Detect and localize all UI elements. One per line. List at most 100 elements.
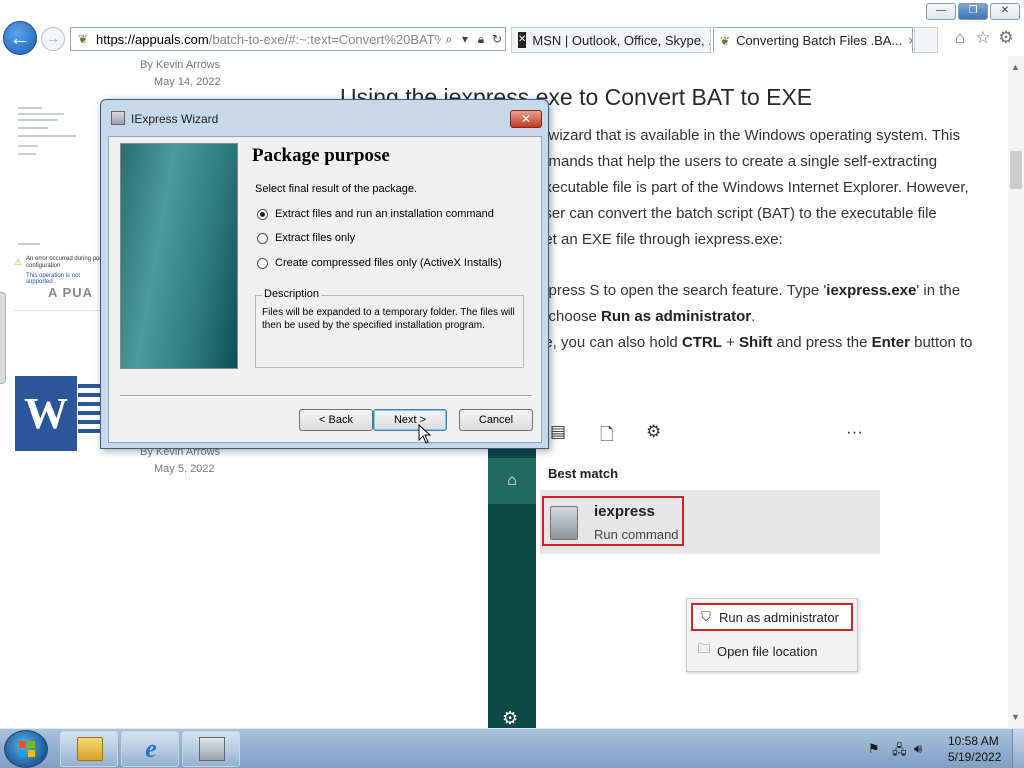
action-center-flag-icon[interactable]: ⚑ (868, 741, 880, 757)
option-extract-only[interactable]: Extract files only (257, 232, 355, 244)
step-bold: Shift (739, 334, 773, 351)
thumb-line (18, 107, 42, 109)
menu-item-run-as-administrator: ⛉ Run as administrator (691, 603, 853, 631)
word-icon[interactable]: W (15, 376, 77, 451)
post-author[interactable]: By Kevin Arrows (140, 59, 220, 71)
option-label: Create compressed files only (ActiveX In… (275, 257, 502, 269)
address-bar[interactable]: ❦ https://appuals.com/batch-to-exe/#:~:t… (70, 27, 506, 51)
url-text[interactable]: https://appuals.com/batch-to-exe/#:~:tex… (96, 32, 441, 47)
next-button[interactable]: Next > (373, 409, 447, 431)
scroll-up-icon[interactable]: ▲ (1011, 62, 1020, 72)
lock-icon[interactable]: 🔒︎ (473, 32, 489, 47)
taskbar-iexpress[interactable] (182, 731, 240, 767)
vertical-scrollbar[interactable]: ▲ ▼ (1008, 56, 1024, 728)
description-label: Description (262, 288, 322, 300)
scroll-down-icon[interactable]: ▼ (1011, 712, 1020, 722)
back-button[interactable]: ← (3, 21, 37, 55)
mouse-cursor-icon (418, 424, 432, 444)
step-text: ne, you can also hold (536, 334, 682, 351)
context-menu: ⛉ Run as administrator 🗀︎ Open file loca… (686, 598, 858, 672)
dropdown-icon[interactable]: ▾ (457, 32, 473, 46)
forward-button[interactable]: → (41, 27, 65, 51)
scroll-thumb[interactable] (1010, 151, 1022, 189)
tab-msn[interactable]: ✕ MSN | Outlook, Office, Skype, ... (511, 27, 711, 53)
clock-date[interactable]: 5/19/2022 (948, 750, 1001, 764)
appuals-favicon-icon: ❦ (720, 33, 731, 48)
dialog-titlebar[interactable]: IExpress Wizard ✕ (101, 100, 548, 136)
site-favicon-icon: ❦ (77, 32, 89, 46)
menu-item-open-file-location: 🗀︎ Open file location (691, 637, 853, 665)
cancel-button[interactable]: Cancel (459, 409, 533, 431)
option-extract-and-run[interactable]: Extract files and run an installation co… (257, 208, 494, 220)
taskbar: e ⚑ 🖧︎ 🔊︎ 10:58 AM 5/19/2022 (0, 728, 1024, 768)
thumb-line (18, 127, 48, 129)
refresh-icon[interactable]: ↻ (489, 32, 505, 46)
radio-button[interactable] (257, 257, 268, 269)
dialog-close-button[interactable]: ✕ (510, 110, 542, 128)
search-result-row: iexpress Run command (540, 490, 880, 554)
iexpress-icon (199, 737, 225, 761)
option-create-compressed[interactable]: Create compressed files only (ActiveX In… (257, 257, 502, 269)
maximize-button[interactable]: ❐ (958, 3, 988, 20)
step-bold: iexpress.exe (826, 282, 917, 299)
minimize-button[interactable]: — (926, 3, 956, 20)
dialog-title: IExpress Wizard (131, 112, 219, 126)
document-icon: 🗋︎ (600, 425, 614, 444)
thumb-line (18, 119, 58, 121)
thumb-error-text: An error occurred during port configurat… (26, 256, 104, 269)
option-label: Extract files and run an installation co… (275, 208, 494, 220)
home-icon: ⌂ (488, 458, 536, 504)
result-name: iexpress (594, 503, 655, 520)
iexpress-icon (550, 506, 578, 540)
volume-icon[interactable]: 🔊︎ (914, 741, 922, 757)
wizard-banner-image (120, 143, 238, 369)
warning-icon: ⚠ (14, 257, 23, 267)
thumb-line (18, 135, 76, 137)
new-tab-button[interactable] (914, 27, 938, 53)
step-line: ne, you can also hold CTRL + Shift and p… (536, 334, 973, 351)
side-tab-handle[interactable] (0, 292, 6, 384)
search-icon[interactable]: ⌕ (441, 32, 457, 47)
network-icon[interactable]: 🖧︎ (892, 741, 907, 763)
menu-item-label: Run as administrator (719, 609, 839, 625)
home-icon[interactable]: ⌂ (950, 28, 970, 48)
post-date: May 14, 2022 (154, 76, 221, 88)
thumb-line (18, 113, 64, 115)
start-rail: ⌂ ⚙ (488, 408, 536, 728)
close-window-button[interactable]: ✕ (990, 3, 1020, 20)
radio-button[interactable] (257, 232, 268, 244)
taskbar-explorer[interactable] (60, 731, 118, 767)
thumb-line (18, 243, 40, 245)
more-icon: ··· (846, 422, 863, 441)
article-thumbnail[interactable]: ⚠ An error occurred during port configur… (14, 101, 104, 311)
apps-icon: ▤ (550, 422, 567, 441)
start-button[interactable] (4, 730, 48, 768)
article-paragraph-line: n wizard that is available in the Window… (536, 127, 961, 144)
step-text: button to (909, 334, 973, 351)
star-icon[interactable]: ☆ (973, 28, 993, 48)
step-line: d press S to open the search feature. Ty… (536, 282, 960, 299)
description-text: Files will be expanded to a temporary fo… (262, 307, 515, 331)
article-paragraph-line: user can convert the batch script (BAT) … (536, 205, 937, 222)
msn-favicon-icon: ✕ (518, 32, 527, 48)
step-bold: CTRL (681, 334, 722, 351)
description-group: Description Files will be expanded to a … (255, 288, 524, 368)
appuals-logo: A PUA (48, 285, 93, 300)
back-button[interactable]: < Back (299, 409, 373, 431)
iexpress-wizard-dialog: IExpress Wizard ✕ Package purpose Select… (100, 99, 549, 449)
gear-icon: ⚙ (502, 708, 519, 728)
taskbar-internet-explorer[interactable]: e (121, 731, 179, 767)
step-text: + (721, 334, 740, 351)
forward-icon: → (46, 30, 60, 46)
dialog-body: Package purpose Select final result of t… (108, 136, 542, 443)
gear-icon[interactable]: ⚙ (996, 28, 1016, 48)
show-desktop-button[interactable] (1012, 729, 1024, 768)
back-icon: ← (9, 25, 31, 50)
tab-close-icon[interactable]: × (908, 33, 912, 48)
wizard-heading: Package purpose (252, 145, 390, 166)
option-label: Extract files only (275, 232, 356, 244)
thumb-line (18, 153, 36, 155)
radio-button-selected[interactable] (257, 208, 268, 220)
clock-time[interactable]: 10:58 AM (948, 734, 999, 748)
tab-converting-batch-files[interactable]: ❦ Converting Batch Files .BA... × (713, 27, 913, 53)
